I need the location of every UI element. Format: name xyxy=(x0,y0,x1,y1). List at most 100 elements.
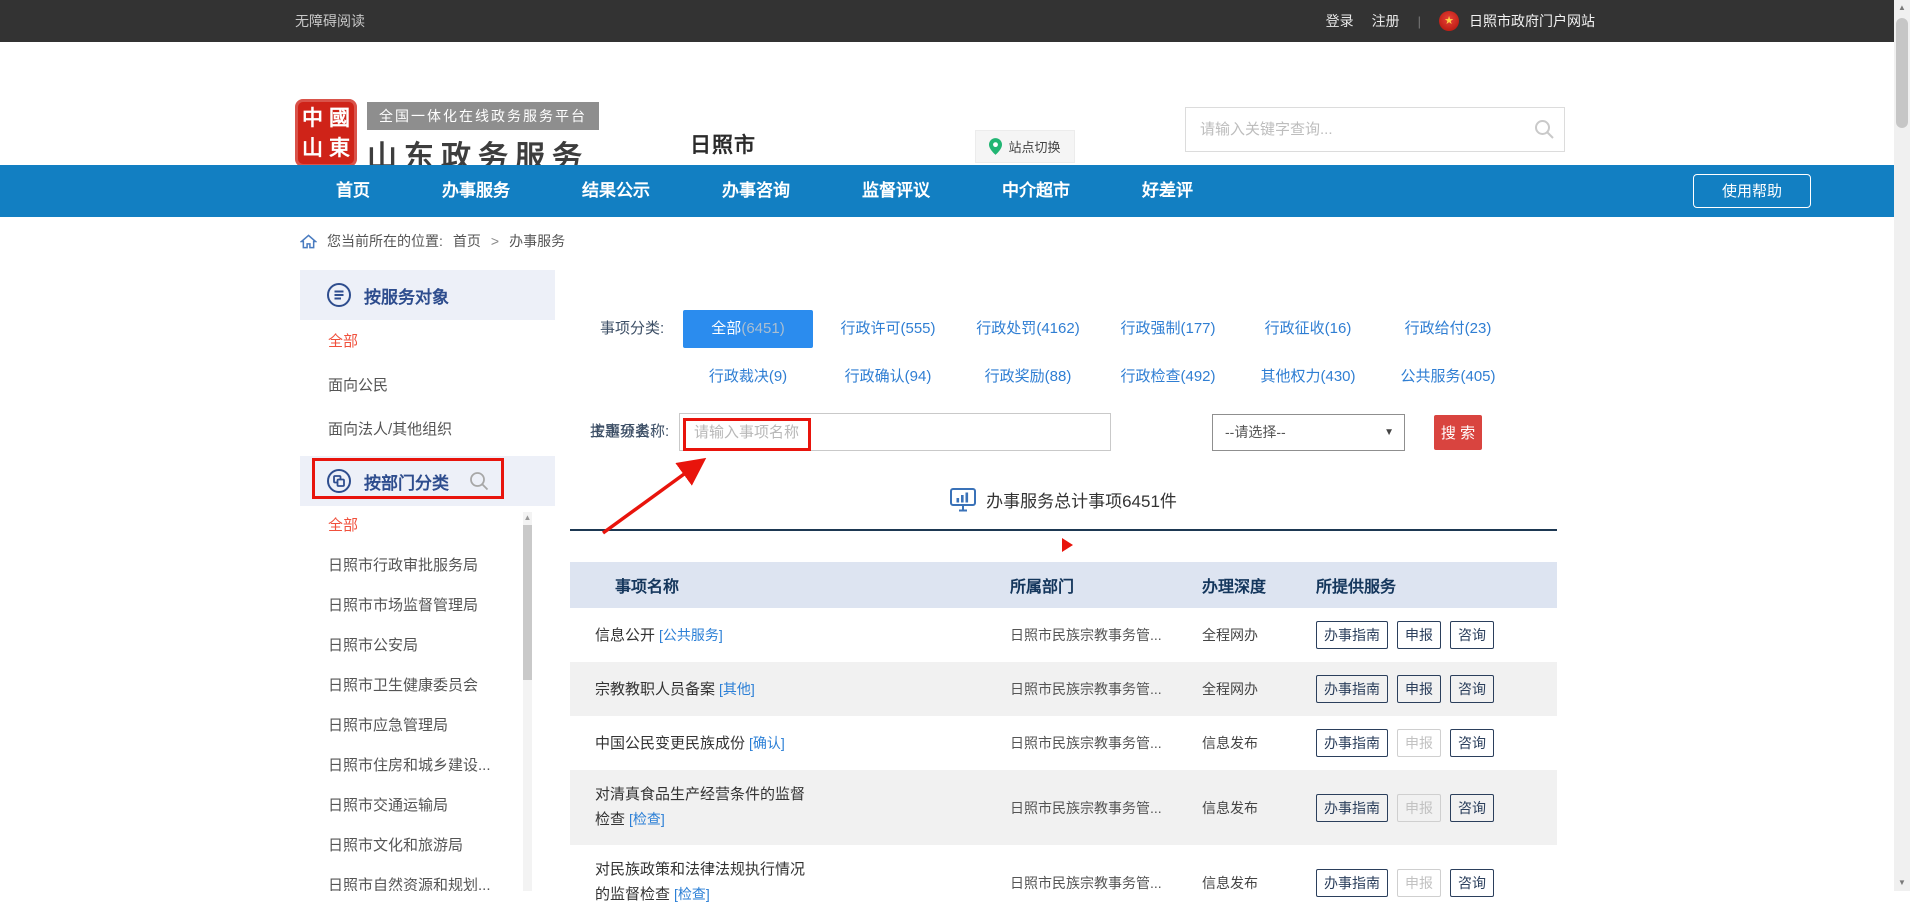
sidebar-scroll-thumb[interactable] xyxy=(523,525,532,680)
item-name-input[interactable] xyxy=(679,413,1111,451)
apply-button[interactable]: 申报 xyxy=(1397,794,1441,822)
sidebar-item[interactable]: 日照市交通运输局 xyxy=(300,786,555,826)
item-tag-link[interactable]: [确认] xyxy=(749,735,785,751)
department-section-header[interactable]: 按部门分类 xyxy=(300,456,555,506)
consult-button[interactable]: 咨询 xyxy=(1450,794,1494,822)
category-tab[interactable]: 行政裁决9 xyxy=(678,358,818,396)
item-name-cell: 中国公民变更民族成份[确认] xyxy=(595,731,813,756)
item-name-link[interactable]: 中国公民变更民族成份 xyxy=(595,735,745,752)
service-object-items: 全部面向公民面向法人/其他组织 xyxy=(300,320,555,452)
department-search-icon[interactable] xyxy=(468,470,490,492)
table-body: 信息公开[公共服务] 日照市民族宗教事务管... 全程网办 办事指南 申报 咨询… xyxy=(570,608,1557,920)
keyword-search-input[interactable] xyxy=(1185,107,1565,152)
item-name-link[interactable]: 信息公开 xyxy=(595,627,655,644)
apply-button[interactable]: 申报 xyxy=(1397,869,1441,897)
category-tab-label: 行政许可 xyxy=(840,320,900,337)
search-button[interactable]: 搜 索 xyxy=(1434,415,1482,450)
sidebar-item[interactable]: 日照市卫生健康委员会 xyxy=(300,666,555,706)
consult-button[interactable]: 咨询 xyxy=(1450,675,1494,703)
sidebar-item[interactable]: 日照市市场监督管理局 xyxy=(300,586,555,626)
sidebar-item[interactable]: 面向法人/其他组织 xyxy=(300,408,555,452)
breadcrumb-separator: > xyxy=(491,233,499,249)
nav-item[interactable]: 好差评 xyxy=(1106,165,1229,217)
accessibility-link[interactable]: 无障碍阅读 xyxy=(295,0,365,42)
topbar-right: 登录 注册 | ★ 日照市政府门户网站 xyxy=(1326,0,1595,42)
sidebar-item[interactable]: 日照市住房和城乡建设... xyxy=(300,746,555,786)
sidebar-scrollbar[interactable]: ▲ xyxy=(523,512,532,891)
nav-item[interactable]: 办事服务 xyxy=(406,165,546,217)
sidebar-item[interactable]: 日照市行政审批服务局 xyxy=(300,546,555,586)
page-scrollbar[interactable]: ▲ ▼ xyxy=(1894,0,1910,891)
category-tab[interactable]: 行政处罚4162 xyxy=(958,310,1098,348)
category-tab-count: 16 xyxy=(1325,320,1352,337)
apply-button[interactable]: 申报 xyxy=(1397,729,1441,757)
category-filter-row: 事项分类: 全部6451 行政许可555 行政处罚4162 行政强制177 xyxy=(600,310,1530,406)
service-object-title: 按服务对象 xyxy=(364,283,449,308)
breadcrumb-home-link[interactable]: 首页 xyxy=(453,231,481,251)
item-tag-link[interactable]: [其他] xyxy=(719,681,755,697)
apply-button[interactable]: 申报 xyxy=(1397,621,1441,649)
category-tab[interactable]: 全部6451 xyxy=(683,310,813,348)
service-object-section-header[interactable]: 按服务对象 xyxy=(300,270,555,320)
help-button[interactable]: 使用帮助 xyxy=(1693,174,1811,208)
topic-label: 主题分类: xyxy=(590,413,654,451)
department-icon xyxy=(326,468,352,494)
sidebar-item[interactable]: 面向公民 xyxy=(300,364,555,408)
item-tag-link[interactable]: [检查] xyxy=(629,811,665,827)
sidebar-item[interactable]: 日照市公安局 xyxy=(300,626,555,666)
category-tab[interactable]: 行政确认94 xyxy=(818,358,958,396)
section-divider xyxy=(570,529,1557,531)
sidebar-item[interactable]: 全部 xyxy=(300,320,555,364)
category-tab[interactable]: 行政检查492 xyxy=(1098,358,1238,396)
item-name-link[interactable]: 对清真食品生产经营条件的监督检查 xyxy=(595,786,805,828)
sidebar-item[interactable]: 日照市文化和旅游局 xyxy=(300,826,555,866)
category-tab[interactable]: 行政奖励88 xyxy=(958,358,1098,396)
guide-button[interactable]: 办事指南 xyxy=(1316,794,1388,822)
sidebar-item[interactable]: 日照市自然资源和规划... xyxy=(300,866,555,891)
nav-item[interactable]: 中介超市 xyxy=(966,165,1106,217)
nav-item[interactable]: 监督评议 xyxy=(826,165,966,217)
guide-button[interactable]: 办事指南 xyxy=(1316,621,1388,649)
scroll-down-icon[interactable]: ▼ xyxy=(1894,875,1910,891)
category-tab[interactable]: 行政许可555 xyxy=(818,310,958,348)
guide-button[interactable]: 办事指南 xyxy=(1316,729,1388,757)
page-scroll-thumb[interactable] xyxy=(1896,18,1908,128)
scroll-up-icon[interactable]: ▲ xyxy=(1894,0,1910,16)
category-tab-label: 行政强制 xyxy=(1120,320,1180,337)
breadcrumb-prefix: 您当前所在的位置: xyxy=(327,231,443,251)
site-switch-button[interactable]: 站点切换 xyxy=(975,130,1075,163)
table-header: 事项名称 所属部门 办理深度 所提供服务 xyxy=(570,562,1557,608)
guide-button[interactable]: 办事指南 xyxy=(1316,869,1388,897)
category-tab[interactable]: 行政强制177 xyxy=(1098,310,1238,348)
guide-button[interactable]: 办事指南 xyxy=(1316,675,1388,703)
nav-item[interactable]: 办事咨询 xyxy=(686,165,826,217)
category-tab[interactable]: 行政给付23 xyxy=(1378,310,1518,348)
category-tab[interactable]: 公共服务405 xyxy=(1378,358,1518,396)
table-row: 对清真食品生产经营条件的监督检查[检查] 日照市民族宗教事务管... 信息发布 … xyxy=(570,770,1557,845)
nav-item[interactable]: 结果公示 xyxy=(546,165,686,217)
apply-button[interactable]: 申报 xyxy=(1397,675,1441,703)
login-link[interactable]: 登录 xyxy=(1326,11,1354,31)
table-row: 宗教教职人员备案[其他] 日照市民族宗教事务管... 全程网办 办事指南 申报 … xyxy=(570,662,1557,716)
item-name-link[interactable]: 宗教教职人员备案 xyxy=(595,681,715,698)
column-header-name: 事项名称 xyxy=(570,573,1010,597)
search-icon[interactable] xyxy=(1533,118,1555,140)
item-tag-link[interactable]: [公共服务] xyxy=(659,627,723,643)
consult-button[interactable]: 咨询 xyxy=(1450,621,1494,649)
category-tab-count: 23 xyxy=(1465,320,1492,337)
register-link[interactable]: 注册 xyxy=(1372,11,1400,31)
category-tab[interactable]: 行政征收16 xyxy=(1238,310,1378,348)
consult-button[interactable]: 咨询 xyxy=(1450,729,1494,757)
sidebar-item[interactable]: 日照市应急管理局 xyxy=(300,706,555,746)
portal-link[interactable]: 日照市政府门户网站 xyxy=(1469,11,1595,31)
item-tag-link[interactable]: [检查] xyxy=(674,886,710,902)
consult-button[interactable]: 咨询 xyxy=(1450,869,1494,897)
category-tab-count: 4162 xyxy=(1036,320,1079,337)
scroll-up-icon[interactable]: ▲ xyxy=(523,512,532,524)
category-tab-label: 行政确认 xyxy=(845,368,905,385)
topic-select[interactable]: --请选择-- ▼ xyxy=(1212,414,1405,451)
category-tab[interactable]: 其他权力430 xyxy=(1238,358,1378,396)
sidebar-item[interactable]: 全部 xyxy=(300,506,555,546)
nav-item[interactable]: 首页 xyxy=(300,165,406,217)
breadcrumb-current[interactable]: 办事服务 xyxy=(509,231,565,251)
